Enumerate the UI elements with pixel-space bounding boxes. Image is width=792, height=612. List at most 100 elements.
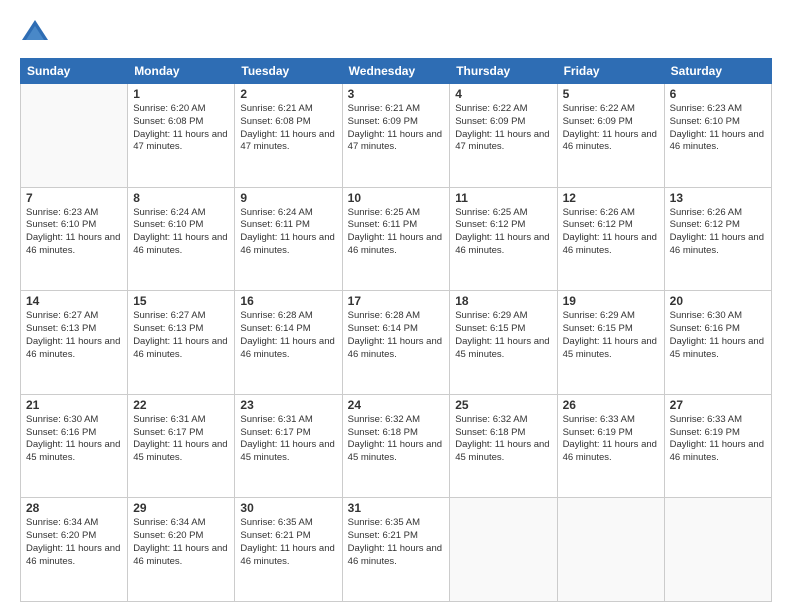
day-number: 13 — [670, 191, 766, 205]
day-number: 3 — [348, 87, 445, 101]
calendar-cell: 23 Sunrise: 6:31 AMSunset: 6:17 PMDayligh… — [235, 394, 342, 498]
calendar-cell: 17 Sunrise: 6:28 AMSunset: 6:14 PMDayligh… — [342, 291, 450, 395]
cell-info: Sunrise: 6:30 AMSunset: 6:16 PMDaylight:… — [670, 310, 766, 361]
cell-info: Sunrise: 6:25 AMSunset: 6:12 PMDaylight:… — [455, 207, 551, 258]
cell-info: Sunrise: 6:28 AMSunset: 6:14 PMDaylight:… — [348, 310, 445, 361]
calendar-cell: 19Sunrise: 6:29 AMSunset: 6:15 PMDayligh… — [557, 291, 664, 395]
day-number: 29 — [133, 501, 229, 515]
calendar-cell: 2 Sunrise: 6:21 AMSunset: 6:08 PMDaylight… — [235, 84, 342, 188]
calendar-cell: 9Sunrise: 6:24 AMSunset: 6:11 PMDaylight… — [235, 187, 342, 291]
calendar-cell: 13 Sunrise: 6:26 AMSunset: 6:12 PMDayligh… — [664, 187, 771, 291]
cell-info: Sunrise: 6:29 AMSunset: 6:15 PMDaylight:… — [563, 310, 659, 361]
calendar-cell — [450, 498, 557, 602]
day-number: 26 — [563, 398, 659, 412]
cell-info: Sunrise: 6:20 AMSunset: 6:08 PMDaylight:… — [133, 103, 229, 154]
day-header-sunday: Sunday — [21, 59, 128, 84]
logo-icon — [20, 18, 50, 48]
cell-info: Sunrise: 6:34 AMSunset: 6:20 PMDaylight:… — [26, 517, 122, 568]
cell-info: Sunrise: 6:30 AMSunset: 6:16 PMDaylight:… — [26, 414, 122, 465]
cell-info: Sunrise: 6:32 AMSunset: 6:18 PMDaylight:… — [455, 414, 551, 465]
day-number: 7 — [26, 191, 122, 205]
calendar-cell: 18 Sunrise: 6:29 AMSunset: 6:15 PMDayligh… — [450, 291, 557, 395]
cell-info: Sunrise: 6:23 AMSunset: 6:10 PMDaylight:… — [26, 207, 122, 258]
calendar-cell: 26 Sunrise: 6:33 AMSunset: 6:19 PMDayligh… — [557, 394, 664, 498]
calendar-cell: 30 Sunrise: 6:35 AMSunset: 6:21 PMDayligh… — [235, 498, 342, 602]
day-number: 23 — [240, 398, 336, 412]
day-number: 28 — [26, 501, 122, 515]
calendar-cell: 10 Sunrise: 6:25 AMSunset: 6:11 PMDayligh… — [342, 187, 450, 291]
calendar-week-row: 14 Sunrise: 6:27 AMSunset: 6:13 PMDayligh… — [21, 291, 772, 395]
cell-info: Sunrise: 6:22 AMSunset: 6:09 PMDaylight:… — [455, 103, 551, 154]
cell-info: Sunrise: 6:34 AMSunset: 6:20 PMDaylight:… — [133, 517, 229, 568]
calendar-cell: 6 Sunrise: 6:23 AMSunset: 6:10 PMDaylight… — [664, 84, 771, 188]
day-header-friday: Friday — [557, 59, 664, 84]
calendar-cell: 15 Sunrise: 6:27 AMSunset: 6:13 PMDayligh… — [128, 291, 235, 395]
day-number: 30 — [240, 501, 336, 515]
day-number: 21 — [26, 398, 122, 412]
cell-info: Sunrise: 6:33 AMSunset: 6:19 PMDaylight:… — [563, 414, 659, 465]
day-header-thursday: Thursday — [450, 59, 557, 84]
calendar-week-row: 7 Sunrise: 6:23 AMSunset: 6:10 PMDaylight… — [21, 187, 772, 291]
calendar-cell: 11 Sunrise: 6:25 AMSunset: 6:12 PMDayligh… — [450, 187, 557, 291]
calendar-cell — [557, 498, 664, 602]
cell-info: Sunrise: 6:35 AMSunset: 6:21 PMDaylight:… — [348, 517, 445, 568]
day-number: 2 — [240, 87, 336, 101]
day-number: 27 — [670, 398, 766, 412]
cell-info: Sunrise: 6:33 AMSunset: 6:19 PMDaylight:… — [670, 414, 766, 465]
cell-info: Sunrise: 6:23 AMSunset: 6:10 PMDaylight:… — [670, 103, 766, 154]
calendar-cell: 5Sunrise: 6:22 AMSunset: 6:09 PMDaylight… — [557, 84, 664, 188]
cell-info: Sunrise: 6:21 AMSunset: 6:09 PMDaylight:… — [348, 103, 445, 154]
day-number: 4 — [455, 87, 551, 101]
day-number: 8 — [133, 191, 229, 205]
day-header-wednesday: Wednesday — [342, 59, 450, 84]
day-number: 11 — [455, 191, 551, 205]
calendar-week-row: 1 Sunrise: 6:20 AMSunset: 6:08 PMDaylight… — [21, 84, 772, 188]
calendar-cell — [664, 498, 771, 602]
day-number: 6 — [670, 87, 766, 101]
day-number: 14 — [26, 294, 122, 308]
day-header-monday: Monday — [128, 59, 235, 84]
calendar-cell: 20 Sunrise: 6:30 AMSunset: 6:16 PMDayligh… — [664, 291, 771, 395]
calendar-cell: 3 Sunrise: 6:21 AMSunset: 6:09 PMDaylight… — [342, 84, 450, 188]
cell-info: Sunrise: 6:27 AMSunset: 6:13 PMDaylight:… — [133, 310, 229, 361]
cell-info: Sunrise: 6:31 AMSunset: 6:17 PMDaylight:… — [240, 414, 336, 465]
day-number: 17 — [348, 294, 445, 308]
calendar-cell: 22 Sunrise: 6:31 AMSunset: 6:17 PMDayligh… — [128, 394, 235, 498]
day-number: 15 — [133, 294, 229, 308]
calendar-cell: 29 Sunrise: 6:34 AMSunset: 6:20 PMDayligh… — [128, 498, 235, 602]
cell-info: Sunrise: 6:31 AMSunset: 6:17 PMDaylight:… — [133, 414, 229, 465]
day-number: 20 — [670, 294, 766, 308]
cell-info: Sunrise: 6:35 AMSunset: 6:21 PMDaylight:… — [240, 517, 336, 568]
calendar-header-row: SundayMondayTuesdayWednesdayThursdayFrid… — [21, 59, 772, 84]
calendar-cell: 12Sunrise: 6:26 AMSunset: 6:12 PMDayligh… — [557, 187, 664, 291]
cell-info: Sunrise: 6:21 AMSunset: 6:08 PMDaylight:… — [240, 103, 336, 154]
calendar-cell: 25Sunrise: 6:32 AMSunset: 6:18 PMDayligh… — [450, 394, 557, 498]
calendar-cell: 21 Sunrise: 6:30 AMSunset: 6:16 PMDayligh… — [21, 394, 128, 498]
day-number: 5 — [563, 87, 659, 101]
calendar-week-row: 28 Sunrise: 6:34 AMSunset: 6:20 PMDayligh… — [21, 498, 772, 602]
cell-info: Sunrise: 6:26 AMSunset: 6:12 PMDaylight:… — [670, 207, 766, 258]
day-number: 10 — [348, 191, 445, 205]
cell-info: Sunrise: 6:25 AMSunset: 6:11 PMDaylight:… — [348, 207, 445, 258]
calendar-cell: 28 Sunrise: 6:34 AMSunset: 6:20 PMDayligh… — [21, 498, 128, 602]
day-header-tuesday: Tuesday — [235, 59, 342, 84]
calendar-week-row: 21 Sunrise: 6:30 AMSunset: 6:16 PMDayligh… — [21, 394, 772, 498]
calendar-cell: 16 Sunrise: 6:28 AMSunset: 6:14 PMDayligh… — [235, 291, 342, 395]
calendar-cell: 7 Sunrise: 6:23 AMSunset: 6:10 PMDaylight… — [21, 187, 128, 291]
day-number: 22 — [133, 398, 229, 412]
day-number: 16 — [240, 294, 336, 308]
logo — [20, 18, 56, 48]
cell-info: Sunrise: 6:26 AMSunset: 6:12 PMDaylight:… — [563, 207, 659, 258]
calendar-cell — [21, 84, 128, 188]
header — [20, 18, 772, 48]
calendar-cell: 14 Sunrise: 6:27 AMSunset: 6:13 PMDayligh… — [21, 291, 128, 395]
cell-info: Sunrise: 6:27 AMSunset: 6:13 PMDaylight:… — [26, 310, 122, 361]
calendar-cell: 31Sunrise: 6:35 AMSunset: 6:21 PMDayligh… — [342, 498, 450, 602]
calendar-cell: 4 Sunrise: 6:22 AMSunset: 6:09 PMDaylight… — [450, 84, 557, 188]
cell-info: Sunrise: 6:29 AMSunset: 6:15 PMDaylight:… — [455, 310, 551, 361]
calendar-cell: 8Sunrise: 6:24 AMSunset: 6:10 PMDaylight… — [128, 187, 235, 291]
calendar-cell: 27 Sunrise: 6:33 AMSunset: 6:19 PMDayligh… — [664, 394, 771, 498]
cell-info: Sunrise: 6:28 AMSunset: 6:14 PMDaylight:… — [240, 310, 336, 361]
day-number: 18 — [455, 294, 551, 308]
day-number: 1 — [133, 87, 229, 101]
